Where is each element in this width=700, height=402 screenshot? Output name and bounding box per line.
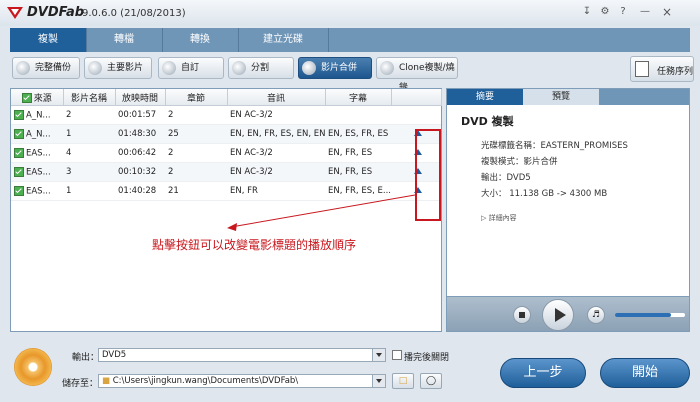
copy-mode-bar: 完整備份 主要影片 自訂 分割 影片合併 Clone複製/燒錄 任務序列	[10, 56, 694, 93]
settings-icon[interactable]: ⚙	[598, 5, 612, 19]
title-bar: DVDFab 9.0.6.0 (21/08/2013) ↧ ⚙ ? — ×	[0, 0, 700, 26]
disc-icon	[16, 61, 30, 75]
mode-full-disc-button[interactable]: 完整備份	[12, 57, 80, 79]
close-after-done-checkbox[interactable]	[392, 350, 402, 360]
player-controls: ♬	[446, 296, 690, 332]
chevron-down-icon[interactable]	[372, 349, 385, 361]
mode-customize-button[interactable]: 自訂	[158, 57, 224, 79]
copy-mode-info: 複製模式：影片合併	[481, 157, 558, 167]
output-label: 輸出：	[72, 353, 100, 363]
main-tabs: 複製 轉檔 轉換 建立光碟	[10, 28, 690, 52]
stop-button[interactable]	[513, 306, 531, 324]
tab-copy[interactable]: 複製	[10, 28, 87, 52]
start-button[interactable]: 開始	[600, 358, 690, 388]
tab-converter[interactable]: 轉換	[162, 28, 239, 52]
mode-clone-burn-button[interactable]: Clone複製/燒錄	[376, 57, 458, 93]
title-list-panel: 來源 影片名稱 放映時間 章節 音訊 字幕 A_N... 2 00:01:57 2 …	[10, 88, 442, 332]
browse-folder-button[interactable]: □	[392, 373, 414, 389]
disc-icon	[380, 61, 394, 75]
disc-icon	[232, 61, 246, 75]
volume-level	[615, 313, 671, 317]
dvdfab-logo-icon	[7, 7, 23, 19]
task-queue-button[interactable]: 任務序列	[630, 56, 694, 82]
tab-summary[interactable]: 摘要	[447, 89, 523, 105]
output-info: 輸出：DVD5	[481, 173, 531, 183]
disc-label-info: 光碟標籤名稱：EASTERN_PROMISES	[481, 141, 628, 151]
right-tabs: 摘要 預覽	[447, 89, 689, 105]
tab-ripper[interactable]: 轉檔	[86, 28, 163, 52]
task-list-icon	[635, 61, 649, 77]
disc-icon	[88, 61, 102, 75]
close-after-done-label: 播完後關閉	[404, 353, 450, 363]
download-icon[interactable]: ↧	[580, 5, 594, 19]
app-version: 9.0.6.0 (21/08/2013)	[82, 8, 186, 19]
details-link[interactable]: ▷ 詳細內容	[481, 213, 517, 223]
save-path-field[interactable]: ■ C:\Users\jingkun.wang\Documents\DVDFab…	[98, 374, 386, 388]
save-to-label: 儲存至：	[62, 379, 99, 389]
disc-icon	[14, 348, 52, 386]
output-select[interactable]: DVD5	[98, 348, 386, 362]
volume-icon[interactable]: ♬	[587, 306, 605, 324]
tab-creator[interactable]: 建立光碟	[238, 28, 329, 52]
folder-icon: ■	[102, 376, 111, 386]
chevron-down-icon[interactable]	[372, 375, 385, 387]
help-icon[interactable]: ?	[616, 5, 630, 19]
play-button[interactable]	[542, 299, 574, 331]
close-icon[interactable]: ×	[660, 5, 674, 19]
mode-merge-button[interactable]: 影片合併	[298, 57, 372, 79]
mode-main-movie-button[interactable]: 主要影片	[84, 57, 152, 79]
disc-icon	[302, 61, 316, 75]
disc-icon	[162, 61, 176, 75]
iso-button[interactable]: ◯	[420, 373, 442, 389]
mode-split-button[interactable]: 分割	[228, 57, 294, 79]
back-button[interactable]: 上一步	[500, 358, 586, 388]
volume-slider[interactable]	[615, 313, 685, 317]
minimize-icon[interactable]: —	[638, 5, 652, 19]
app-name: DVDFab	[27, 5, 85, 20]
summary-title: DVD 複製	[461, 115, 514, 128]
size-info: 大小： 11.138 GB -> 4300 MB	[481, 189, 608, 199]
tab-preview[interactable]: 預覽	[523, 89, 599, 105]
annotation-arrow	[227, 194, 416, 231]
annotation-text: 點擊按鈕可以改變電影標題的播放順序	[152, 238, 357, 252]
